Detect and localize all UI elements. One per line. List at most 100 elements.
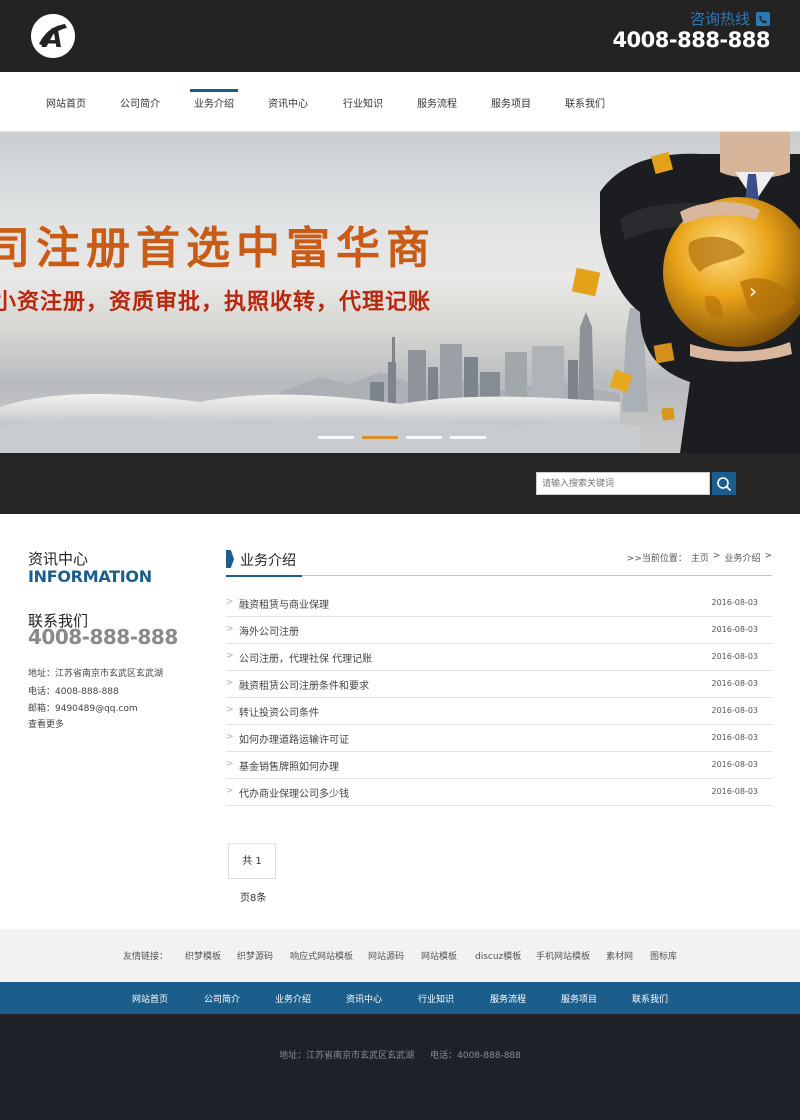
list-item[interactable]: > 转让投资公司条件 2016-08-03	[226, 698, 772, 725]
article-title[interactable]: 基金销售牌照如何办理	[239, 758, 339, 773]
list-item[interactable]: > 如何办理道路运输许可证 2016-08-03	[226, 725, 772, 752]
bullet-arrow-icon: >	[226, 624, 234, 634]
list-item[interactable]: > 基金销售牌照如何办理 2016-08-03	[226, 752, 772, 779]
footer-nav: 网站首页 公司简介 业务介绍 资讯中心 行业知识 服务流程 服务项目 联系我们	[0, 982, 800, 1014]
svg-text:A: A	[41, 24, 63, 54]
article-date: 2016-08-03	[711, 652, 759, 661]
search-icon	[717, 476, 732, 491]
chevron-right-icon: >	[764, 551, 772, 561]
bullet-arrow-icon: >	[226, 786, 234, 796]
friend-link[interactable]: 图标库	[650, 949, 677, 962]
list-item[interactable]: > 融资租赁与商业保理 2016-08-03	[226, 590, 772, 617]
banner-next-arrow-icon[interactable]: ›	[742, 280, 764, 302]
breadcrumb-prefix: >>当前位置：	[626, 554, 687, 564]
pagination-total: 共 1	[228, 843, 276, 879]
slide-dot-1[interactable]	[318, 436, 354, 439]
friend-link[interactable]: 网站模板	[421, 949, 457, 962]
article-date: 2016-08-03	[711, 787, 759, 796]
footer-nav-item-services[interactable]: 服务项目	[561, 992, 597, 1005]
site-footer: 地址：江苏省南京市玄武区玄武湖 电话：4008-888-888	[0, 1014, 800, 1120]
footer-address: 地址：江苏省南京市玄武区玄武湖	[279, 1051, 415, 1061]
article-date: 2016-08-03	[711, 625, 759, 634]
hero-banner[interactable]: 司注册首选中富华商 小资注册，资质审批，执照收转，代理记账 ›	[0, 132, 800, 453]
article-title[interactable]: 如何办理道路运输许可证	[239, 731, 349, 746]
article-title[interactable]: 融资租赁与商业保理	[239, 596, 329, 611]
article-title[interactable]: 公司注册，代理社保 代理记账	[239, 650, 372, 665]
bullet-arrow-icon: >	[226, 705, 234, 715]
friend-link[interactable]: 网站源码	[368, 949, 404, 962]
footer-nav-item-home[interactable]: 网站首页	[132, 992, 168, 1005]
top-header: A 咨询热线 4008-888-888	[0, 0, 800, 72]
friend-link[interactable]: 织梦源码	[237, 949, 273, 962]
bullet-arrow-icon: >	[226, 732, 234, 742]
section-header: 业务介绍 >>当前位置： 主页 > 业务介绍 >	[226, 548, 772, 577]
list-item[interactable]: > 海外公司注册 2016-08-03	[226, 617, 772, 644]
banner-subtitle: 小资注册，资质审批，执照收转，代理记账	[0, 289, 432, 315]
article-date: 2016-08-03	[711, 733, 759, 742]
slide-dot-3[interactable]	[406, 436, 442, 439]
search-bar	[0, 453, 800, 514]
friend-link[interactable]: 响应式网站模板	[290, 949, 353, 962]
bullet-arrow-icon: >	[226, 759, 234, 769]
friend-link[interactable]: 织梦模板	[185, 949, 221, 962]
logo-a-icon: A	[31, 14, 75, 58]
chevron-right-icon: >	[712, 551, 721, 561]
nav-item-contact[interactable]: 联系我们	[559, 72, 611, 132]
search-input[interactable]	[536, 472, 710, 495]
footer-nav-item-process[interactable]: 服务流程	[490, 992, 526, 1005]
banner-title: 司注册首选中富华商	[0, 223, 436, 274]
main-nav: 网站首页 公司简介 业务介绍 资讯中心 行业知识 服务流程 服务项目 联系我们	[0, 72, 800, 132]
sidebar-phone: 电话：4008-888-888	[28, 687, 119, 697]
article-date: 2016-08-03	[711, 706, 759, 715]
slide-dot-2[interactable]	[362, 436, 398, 439]
breadcrumb-current[interactable]: 业务介绍	[724, 551, 760, 564]
pagination-count: 页8条	[240, 893, 267, 904]
slide-dot-4[interactable]	[450, 436, 486, 439]
footer-info: 地址：江苏省南京市玄武区玄武湖 电话：4008-888-888	[0, 1048, 800, 1061]
footer-nav-item-news[interactable]: 资讯中心	[346, 992, 382, 1005]
friend-link[interactable]: discuz模板	[475, 949, 521, 962]
friend-link[interactable]: 素材网	[606, 949, 633, 962]
section-title: 业务介绍	[240, 553, 296, 569]
list-item[interactable]: > 融资租赁公司注册条件和要求 2016-08-03	[226, 671, 772, 698]
breadcrumb-home[interactable]: 主页	[691, 551, 709, 564]
sidebar-info-title-en: INFORMATION	[28, 567, 152, 586]
friend-link[interactable]: 手机网站模板	[536, 949, 590, 962]
article-date: 2016-08-03	[711, 760, 759, 769]
nav-item-services[interactable]: 服务项目	[485, 72, 537, 132]
breadcrumb: >>当前位置： 主页 > 业务介绍 >	[627, 551, 772, 564]
article-date: 2016-08-03	[711, 679, 759, 688]
footer-nav-item-industry[interactable]: 行业知识	[418, 992, 454, 1005]
friend-links-label: 友情链接：	[123, 952, 169, 962]
sidebar-address: 地址：江苏省南京市玄武区玄武湖	[28, 669, 164, 679]
article-title[interactable]: 融资租赁公司注册条件和要求	[239, 677, 369, 692]
nav-item-about[interactable]: 公司简介	[114, 72, 166, 132]
sidebar-email: 邮箱：9490489@qq.com	[28, 704, 138, 714]
article-title[interactable]: 海外公司注册	[239, 623, 299, 638]
article-date: 2016-08-03	[711, 598, 759, 607]
footer-nav-item-business[interactable]: 业务介绍	[275, 992, 311, 1005]
article-title[interactable]: 代办商业保理公司多少钱	[239, 785, 349, 800]
section-marker-icon	[226, 550, 234, 568]
article-title[interactable]: 转让投资公司条件	[239, 704, 319, 719]
search-button[interactable]	[712, 472, 736, 495]
nav-item-home[interactable]: 网站首页	[40, 72, 92, 132]
hotline-label-text: 咨询热线	[689, 10, 750, 28]
site-logo[interactable]: A	[31, 14, 75, 58]
article-list: > 融资租赁与商业保理 2016-08-03 > 海外公司注册 2016-08-03 >…	[226, 590, 772, 806]
footer-phone: 电话：4008-888-888	[430, 1051, 521, 1061]
sidebar-info-title: 资讯中心	[28, 550, 89, 568]
bullet-arrow-icon: >	[226, 678, 234, 688]
list-item[interactable]: > 代办商业保理公司多少钱 2016-08-03	[226, 779, 772, 806]
list-item[interactable]: > 公司注册，代理社保 代理记账 2016-08-03	[226, 644, 772, 671]
friend-links: 友情链接： 织梦模板 织梦源码 响应式网站模板 网站源码 网站模板 discuz…	[0, 929, 800, 982]
nav-item-process[interactable]: 服务流程	[411, 72, 463, 132]
nav-item-industry[interactable]: 行业知识	[337, 72, 389, 132]
sidebar-more-link[interactable]: 查看更多	[28, 717, 64, 730]
footer-nav-item-contact[interactable]: 联系我们	[632, 992, 668, 1005]
sidebar-contact-number: 4008-888-888	[28, 625, 178, 649]
footer-nav-item-about[interactable]: 公司简介	[204, 992, 240, 1005]
nav-item-business[interactable]: 业务介绍	[190, 72, 238, 132]
nav-item-news[interactable]: 资讯中心	[262, 72, 314, 132]
bullet-arrow-icon: >	[226, 597, 234, 607]
